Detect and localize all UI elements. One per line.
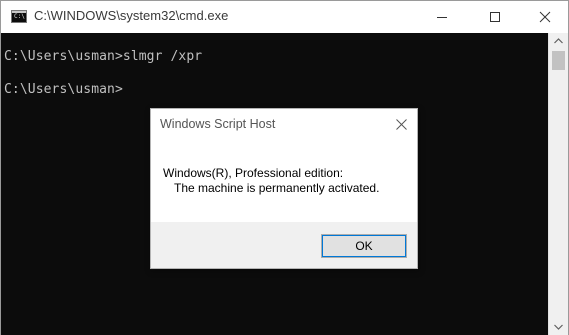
dialog-close-button[interactable] xyxy=(391,115,411,133)
message-dialog: Windows Script Host Windows(R), Professi… xyxy=(150,108,418,269)
scroll-thumb[interactable] xyxy=(552,51,565,70)
close-button[interactable] xyxy=(522,1,568,33)
minimize-icon xyxy=(437,17,447,18)
close-icon xyxy=(539,11,551,23)
dialog-message-edition: Windows(R), Professional edition: xyxy=(163,166,344,180)
dialog-button-bar: OK xyxy=(151,222,417,268)
scroll-down-button[interactable] xyxy=(549,319,568,335)
minimize-button[interactable] xyxy=(419,1,465,33)
maximize-button[interactable] xyxy=(472,1,518,33)
ok-button[interactable]: OK xyxy=(321,234,407,258)
scroll-up-arrow-icon xyxy=(554,38,563,44)
console-prompt: C:\Users\usman> xyxy=(4,82,123,97)
app-icon-text: C:\ xyxy=(14,13,25,20)
scroll-down-arrow-icon xyxy=(554,324,563,330)
maximize-icon xyxy=(490,12,500,22)
scroll-up-button[interactable] xyxy=(549,33,568,49)
cmd-window: C:\ C:\WINDOWS\system32\cmd.exe C:\Users… xyxy=(0,0,569,335)
cmd-app-icon[interactable]: C:\ xyxy=(11,10,27,23)
vertical-scrollbar[interactable] xyxy=(548,33,568,335)
dialog-close-icon xyxy=(395,118,407,130)
console-line: C:\Users\usman>slmgr /xpr xyxy=(4,49,203,64)
dialog-title: Windows Script Host xyxy=(160,117,276,131)
window-title: C:\WINDOWS\system32\cmd.exe xyxy=(34,8,229,23)
dialog-message-status: The machine is permanently activated. xyxy=(174,181,380,195)
title-bar[interactable]: C:\ C:\WINDOWS\system32\cmd.exe xyxy=(1,1,568,33)
